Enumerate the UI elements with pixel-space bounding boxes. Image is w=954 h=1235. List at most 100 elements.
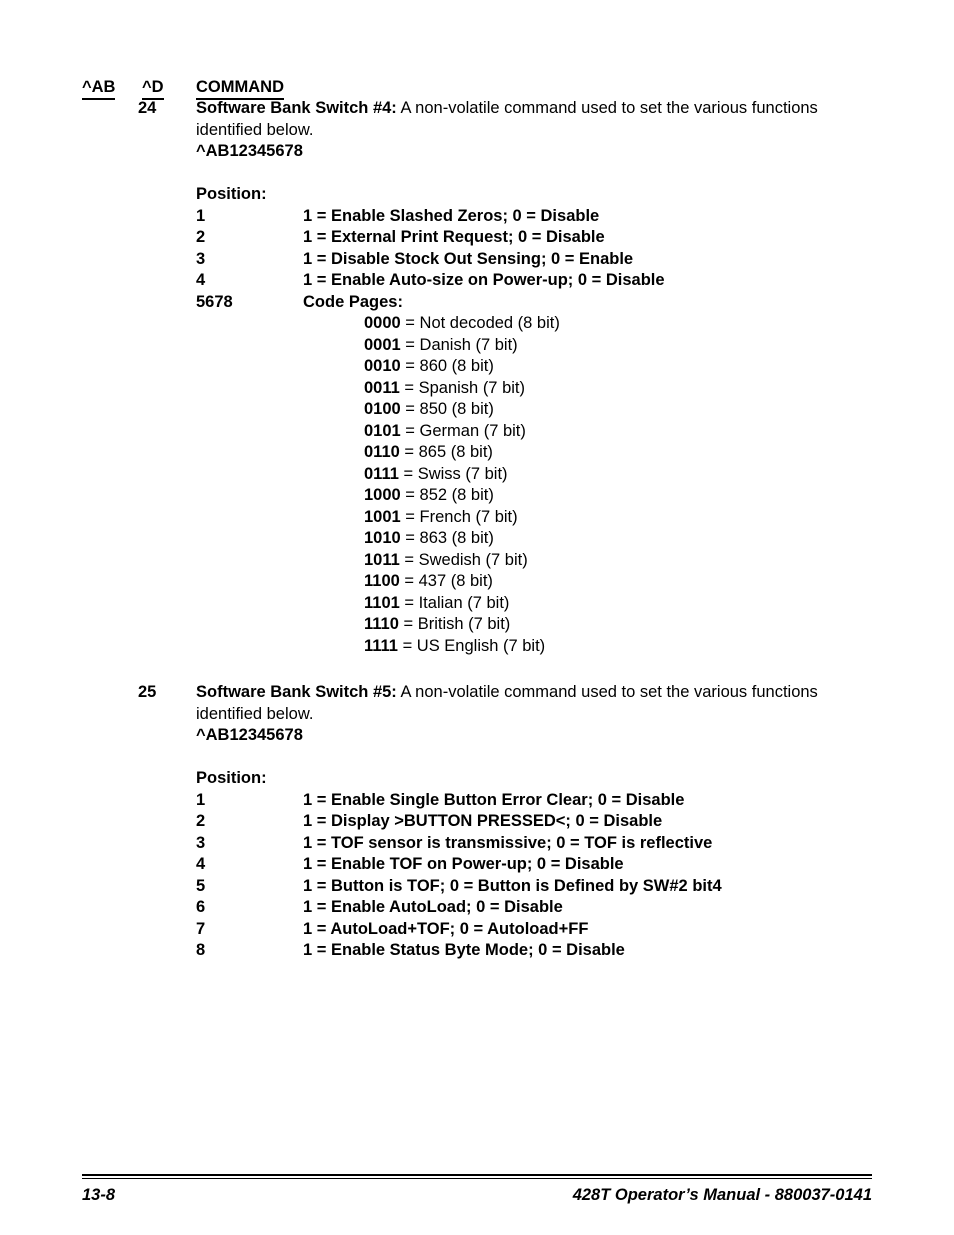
code-page-row: 0111 = Swiss (7 bit) <box>196 464 856 486</box>
position-label: Position: <box>196 185 267 203</box>
position-row: 7 1 = AutoLoad+TOF; 0 = Autoload+FF <box>196 919 856 941</box>
code-page-code: 1111 <box>364 636 398 655</box>
position-row: 6 1 = Enable AutoLoad; 0 = Disable <box>196 897 856 919</box>
command-number: 25 <box>138 683 157 701</box>
position-label: Position: <box>196 769 267 787</box>
position-list: 11 = Enable Slashed Zeros; 0 = Disable 2 1… <box>196 206 856 314</box>
code-page-row: 1110 = British (7 bit) <box>196 614 856 636</box>
position-row: 1 1 = Enable Single Button Error Clear; 0… <box>196 790 856 812</box>
code-page-row: 1101 = Italian (7 bit) <box>196 593 856 615</box>
position-value: 1 = Button is TOF; 0 = Button is Defined… <box>303 876 722 895</box>
position-value: 1 = Enable AutoLoad; 0 = Disable <box>303 898 563 916</box>
position-value: 1 = Disable Stock Out Sensing; 0 = Enabl… <box>303 249 634 268</box>
code-page-row: 0010 = 860 (8 bit) <box>196 356 856 378</box>
position-key: 2 <box>196 228 206 246</box>
code-page-code: 0101 <box>364 421 401 440</box>
position-key: 3 <box>196 249 206 268</box>
code-page-code: 1011 <box>364 550 400 569</box>
command-title: Software Bank Switch #5: <box>196 683 397 701</box>
document-page: ^AB ^D COMMAND 24 Software Bank Switch #… <box>0 0 954 1235</box>
position-value: 1 = AutoLoad+TOF; 0 = Autoload+FF <box>303 919 589 938</box>
command-body: Software Bank Switch #4: A non-volatile … <box>196 98 856 657</box>
header-col-ab: ^AB <box>82 78 116 100</box>
command-syntax: ^AB12345678 <box>196 726 303 744</box>
position-row: 2 1 = Display >BUTTON PRESSED<; 0 = Disab… <box>196 811 856 833</box>
code-page-code: 1110 <box>364 615 399 633</box>
code-page-row: 1000 = 852 (8 bit) <box>196 485 856 507</box>
position-key: 1 <box>196 206 206 225</box>
code-page-row: 0001 = Danish (7 bit) <box>196 335 856 357</box>
code-page-description: = Swedish (7 bit) <box>399 550 528 569</box>
header-col-command: COMMAND <box>196 78 284 100</box>
position-key: 5 <box>196 876 206 895</box>
position-row: 5 1 = Button is TOF; 0 = Button is Define… <box>196 876 856 898</box>
code-page-description: = Spanish (7 bit) <box>399 378 525 397</box>
code-page-row: 0101 = German (7 bit) <box>196 421 856 443</box>
position-row: 3 1 = Disable Stock Out Sensing; 0 = Enab… <box>196 249 856 271</box>
code-page-code: 0100 <box>364 400 401 418</box>
position-key: 8 <box>196 941 206 959</box>
code-page-description: = 863 (8 bit) <box>400 529 494 547</box>
position-row: 8 1 = Enable Status Byte Mode; 0 = Disabl… <box>196 940 856 962</box>
position-value: 1 = Enable Slashed Zeros; 0 = Disable <box>303 206 600 225</box>
position-row: 4 1 = Enable Auto-size on Power-up; 0 = D… <box>196 270 856 292</box>
position-key: 4 <box>196 855 206 873</box>
code-page-description: = German (7 bit) <box>400 421 526 440</box>
position-key: 5678 <box>196 292 233 311</box>
code-page-row: 0011 = Spanish (7 bit) <box>196 378 856 400</box>
code-page-description: = 850 (8 bit) <box>400 400 494 418</box>
command-description: Software Bank Switch #5: A non-volatile … <box>196 682 849 725</box>
command-syntax: ^AB12345678 <box>196 142 303 160</box>
command-description: Software Bank Switch #4: A non-volatile … <box>196 98 849 141</box>
position-value: 1 = Enable Auto-size on Power-up; 0 = Di… <box>303 271 665 289</box>
code-page-code: 0000 <box>364 314 401 332</box>
code-page-row: 1111 = US English (7 bit) <box>196 636 856 658</box>
code-page-description: = Swiss (7 bit) <box>398 464 508 483</box>
footer-rule-top <box>82 1174 872 1176</box>
footer-page-number: 13-8 <box>82 1186 116 1204</box>
code-page-description: = Italian (7 bit) <box>399 593 510 612</box>
footer-manual-title: 428T Operator’s Manual - 880037-0141 <box>572 1186 872 1204</box>
code-page-description: = 852 (8 bit) <box>400 486 494 504</box>
code-page-description: = 860 (8 bit) <box>400 357 494 375</box>
code-page-row: 1001 = French (7 bit) <box>196 507 856 529</box>
position-key: 2 <box>196 812 206 830</box>
code-page-code: 1010 <box>364 529 401 547</box>
code-page-code: 1001 <box>364 507 401 526</box>
code-page-code: 0010 <box>364 357 401 375</box>
position-row: 5678 Code Pages: <box>196 292 856 314</box>
code-page-code: 0111 <box>364 464 399 483</box>
code-page-row: 1011 = Swedish (7 bit) <box>196 550 856 572</box>
position-key: 7 <box>196 919 206 938</box>
position-row: 4 1 = Enable TOF on Power-up; 0 = Disable <box>196 854 856 876</box>
position-row: 3 1 = TOF sensor is transmissive; 0 = TOF… <box>196 833 856 855</box>
code-page-code: 0110 <box>364 443 400 461</box>
footer-rule-bottom <box>82 1178 872 1179</box>
code-page-row: 0000 = Not decoded (8 bit) <box>196 313 856 335</box>
code-page-row: 1100 = 437 (8 bit) <box>196 571 856 593</box>
code-page-description: = French (7 bit) <box>400 507 518 526</box>
code-page-description: = 865 (8 bit) <box>399 443 493 461</box>
position-value: 1 = Enable Single Button Error Clear; 0 … <box>303 790 685 809</box>
footer-divider <box>82 1174 872 1179</box>
code-page-list: 0000 = Not decoded (8 bit) 0001 = Danish … <box>196 313 856 657</box>
position-value: 1 = External Print Request; 0 = Disable <box>303 228 605 246</box>
position-value: 1 = Display >BUTTON PRESSED<; 0 = Disabl… <box>303 812 663 830</box>
header-col-d: ^D <box>142 78 164 100</box>
position-key: 1 <box>196 790 206 809</box>
code-page-row: 1010 = 863 (8 bit) <box>196 528 856 550</box>
position-row: 1 1 = Enable Slashed Zeros; 0 = Disable <box>196 206 856 228</box>
code-page-code: 0001 <box>364 335 401 354</box>
code-page-code: 1101 <box>364 593 400 612</box>
position-row: 2 1 = External Print Request; 0 = Disable <box>196 227 856 249</box>
command-body: Software Bank Switch #5: A non-volatile … <box>196 682 856 962</box>
position-key: 3 <box>196 833 206 852</box>
code-page-description: = Danish (7 bit) <box>400 335 518 354</box>
position-key: 6 <box>196 898 206 916</box>
code-page-description: = British (7 bit) <box>398 615 511 633</box>
position-value: 1 = TOF sensor is transmissive; 0 = TOF … <box>303 833 713 852</box>
code-page-description: = Not decoded (8 bit) <box>400 314 560 332</box>
position-list: 1 1 = Enable Single Button Error Clear; 0… <box>196 790 856 962</box>
code-page-code: 1000 <box>364 486 401 504</box>
command-number: 24 <box>138 99 157 117</box>
